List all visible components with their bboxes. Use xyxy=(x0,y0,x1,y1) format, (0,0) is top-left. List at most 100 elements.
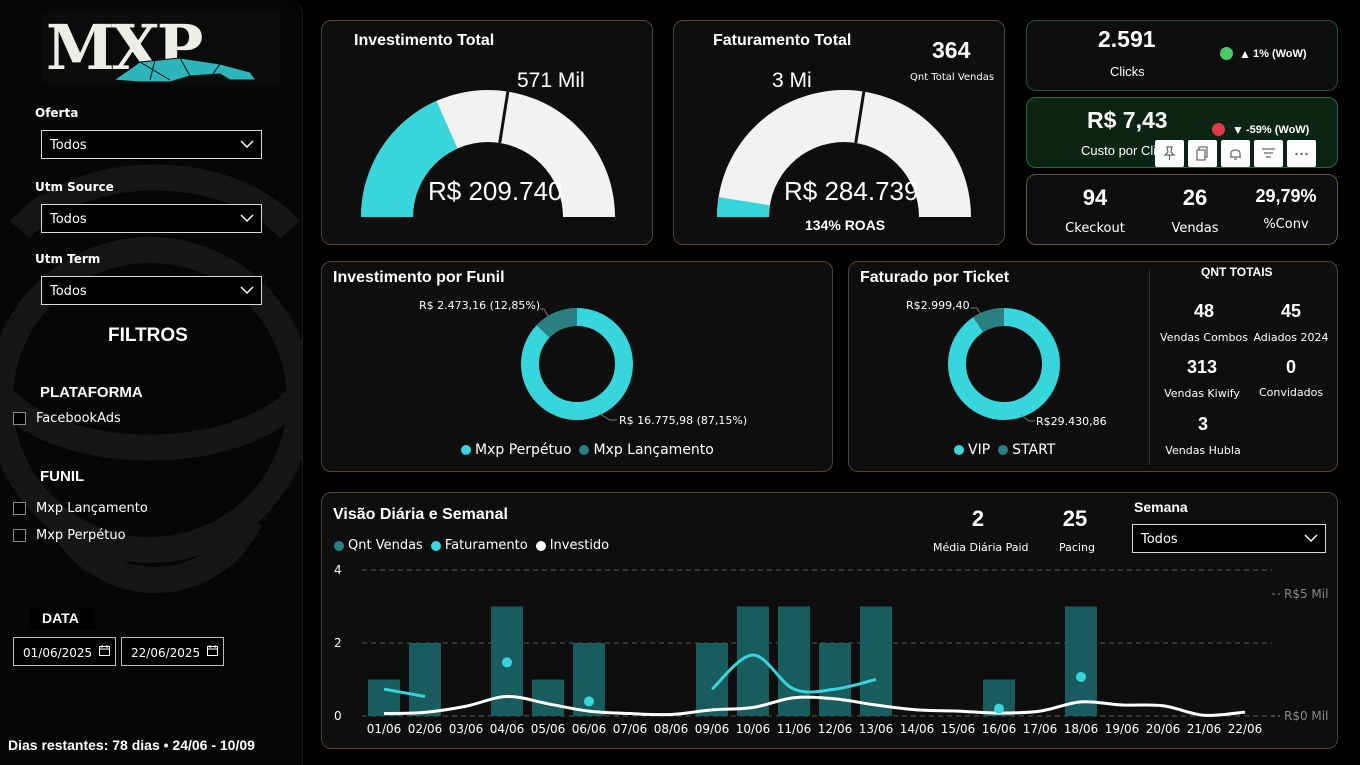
plataforma-title: PLATAFORMA xyxy=(40,384,143,401)
x-tick-label: 12/06 xyxy=(818,722,853,736)
oferta-dropdown[interactable]: Todos xyxy=(41,130,262,159)
x-tick-label: 22/06 xyxy=(1228,722,1263,736)
funil-chart-card: Investimento por Funil R$ 2.473,16 (12,8… xyxy=(321,261,833,472)
plataforma-option-facebookads[interactable]: FacebookAds xyxy=(13,411,121,426)
alert-button[interactable] xyxy=(1221,140,1250,167)
more-icon xyxy=(1295,152,1308,156)
funil-title: FUNIL xyxy=(40,468,85,485)
daily-chart-card: Visão Diária e Semanal Qnt Vendas Fatura… xyxy=(321,492,1338,749)
conversion-card: 94 Ckeckout 26 Vendas 29,79% %Conv xyxy=(1026,174,1338,245)
status-dot-green xyxy=(1220,47,1233,60)
x-tick-label: 04/06 xyxy=(490,722,525,736)
clicks-card: 2.591 Clicks ▲ 1% (WoW) xyxy=(1026,20,1338,91)
pin-icon xyxy=(1163,146,1176,160)
filter-icon xyxy=(1262,148,1275,158)
chevron-down-icon xyxy=(240,214,254,223)
x-tick-label: 14/06 xyxy=(900,722,935,736)
clicks-value: 2.591 xyxy=(1098,26,1156,52)
start-date-value: 01/06/2025 xyxy=(23,646,93,660)
start-date-input[interactable]: 01/06/2025 xyxy=(13,637,116,666)
funil-legend: Mxp Perpétuo Mxp Lançamento xyxy=(461,442,714,458)
bar-qnt-vendas xyxy=(696,643,728,716)
bar-qnt-vendas xyxy=(409,643,441,716)
faturamento-target: 3 Mi xyxy=(772,69,812,92)
donut-major-slice xyxy=(948,308,1060,420)
x-tick-label: 13/06 xyxy=(859,722,894,736)
funil-option-lancamento[interactable]: Mxp Lançamento xyxy=(13,501,148,516)
x-tick-label: 16/06 xyxy=(982,722,1017,736)
legend-lancamento: Mxp Lançamento xyxy=(593,442,714,458)
vendas-hubla-label: Vendas Hubla xyxy=(1165,444,1241,457)
legend-start: START xyxy=(1012,442,1056,458)
y-tick-label: 0 xyxy=(334,709,342,723)
point-faturamento xyxy=(1076,671,1086,682)
x-tick-label: 15/06 xyxy=(941,722,976,736)
checkout-value: 94 xyxy=(1082,185,1108,210)
divider xyxy=(1149,270,1150,465)
utm-term-label: Utm Term xyxy=(35,252,101,266)
conv-pct-label: %Conv xyxy=(1263,217,1309,232)
vendas-value: 26 xyxy=(1182,185,1208,210)
bar-qnt-vendas xyxy=(860,606,892,716)
x-tick-label: 18/06 xyxy=(1064,722,1099,736)
bar-qnt-vendas xyxy=(1065,606,1097,716)
checkbox[interactable] xyxy=(13,412,26,425)
x-tick-label: 11/06 xyxy=(777,722,812,736)
vendas-combos-label: Vendas Combos xyxy=(1160,331,1248,344)
x-tick-label: 19/06 xyxy=(1105,722,1140,736)
qnt-total-vendas-value: 364 xyxy=(932,37,971,63)
utm-source-dropdown[interactable]: Todos xyxy=(41,204,262,233)
investimento-target: 571 Mil xyxy=(517,69,585,92)
adiados-label: Adiados 2024 xyxy=(1253,331,1329,344)
x-tick-label: 02/06 xyxy=(408,722,443,736)
x-tick-label: 05/06 xyxy=(531,722,566,736)
qnt-totais-title: QNT TOTAIS xyxy=(1201,265,1273,279)
more-options-button[interactable] xyxy=(1287,140,1316,167)
ticket-label-start: R$2.999,40 xyxy=(906,299,970,312)
legend-dot xyxy=(998,445,1009,455)
custo-wow: -59% (WoW) xyxy=(1246,124,1310,136)
checkbox[interactable] xyxy=(13,529,26,542)
pin-button[interactable] xyxy=(1155,140,1184,167)
x-tick-label: 21/06 xyxy=(1187,722,1222,736)
investimento-card: Investimento Total 571 Mil R$ 209.740 xyxy=(321,20,653,245)
x-tick-label: 20/06 xyxy=(1146,722,1181,736)
vendas-kiwify-value: 313 xyxy=(1186,357,1218,377)
x-tick-label: 06/06 xyxy=(572,722,607,736)
filter-sidebar: MXP Oferta Todos Utm Source Todos Utm Te… xyxy=(0,0,303,765)
x-tick-label: 03/06 xyxy=(449,722,484,736)
custo-value: R$ 7,43 xyxy=(1087,107,1168,133)
funil-label-perpetuo: R$ 16.775,98 (87,15%) xyxy=(619,414,748,427)
end-date-input[interactable]: 22/06/2025 xyxy=(121,637,224,666)
chevron-down-icon xyxy=(240,140,254,149)
legend-dot xyxy=(954,445,964,455)
filter-button[interactable] xyxy=(1254,140,1283,167)
adiados-value: 45 xyxy=(1280,301,1302,321)
vendas-label: Vendas xyxy=(1171,221,1219,236)
investimento-value: R$ 209.740 xyxy=(428,176,563,206)
copy-button[interactable] xyxy=(1188,140,1217,167)
arrow-down-icon: ▼ xyxy=(1232,123,1244,137)
copy-icon xyxy=(1196,146,1208,161)
y2-tick-label: R$5 Mil xyxy=(1284,587,1328,601)
clicks-wow: 1% (WoW) xyxy=(1253,48,1307,60)
funil-option-perpetuo[interactable]: Mxp Perpétuo xyxy=(13,528,126,543)
x-tick-label: 07/06 xyxy=(613,722,648,736)
utm-term-dropdown[interactable]: Todos xyxy=(41,276,262,305)
legend-dot xyxy=(461,445,471,455)
calendar-icon[interactable] xyxy=(99,645,110,656)
point-faturamento xyxy=(994,703,1004,714)
bell-icon xyxy=(1230,149,1241,160)
bar-qnt-vendas xyxy=(819,643,851,716)
x-tick-label: 17/06 xyxy=(1023,722,1058,736)
calendar-icon[interactable] xyxy=(207,645,218,656)
ticket-label-vip: R$29.430,86 xyxy=(1036,415,1107,428)
utm-term-value: Todos xyxy=(50,284,87,299)
vendas-combos-value: 48 xyxy=(1193,301,1215,321)
checkbox[interactable] xyxy=(13,502,26,515)
y2-tick-label: R$0 Mil xyxy=(1284,709,1328,723)
visual-toolbar xyxy=(1155,140,1316,167)
investimento-gauge xyxy=(361,90,615,217)
bar-qnt-vendas xyxy=(368,679,400,716)
oferta-label: Oferta xyxy=(35,106,79,120)
